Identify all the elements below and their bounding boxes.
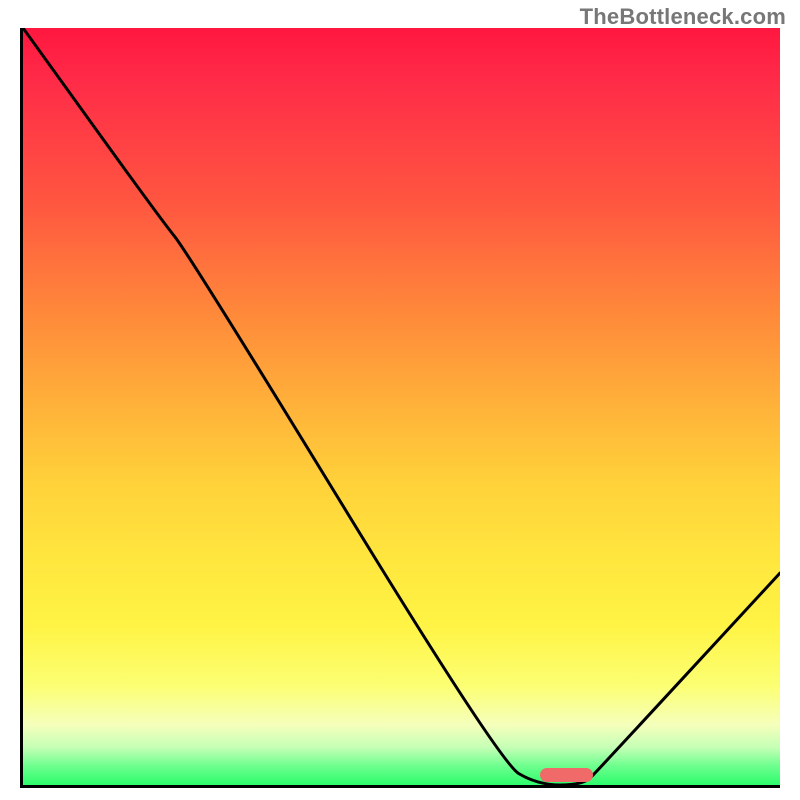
bottleneck-curve: [23, 28, 780, 785]
curve-path: [23, 28, 780, 785]
bottleneck-chart: TheBottleneck.com: [0, 0, 800, 800]
optimal-marker: [540, 768, 593, 782]
plot-area: [20, 28, 780, 788]
watermark-text: TheBottleneck.com: [580, 4, 786, 30]
